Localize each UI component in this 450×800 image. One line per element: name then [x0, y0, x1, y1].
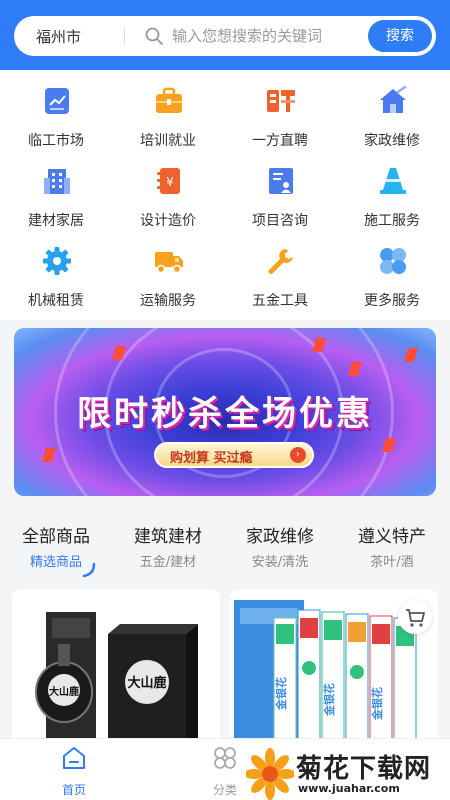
building-icon	[44, 169, 70, 194]
watermark-url: www.juahar.com	[298, 782, 400, 795]
category-machinery-rental[interactable]: 机械租赁	[0, 230, 112, 310]
svg-text:¥: ¥	[166, 175, 174, 189]
tab-all-products[interactable]: 全部商品 精选商品	[0, 522, 112, 578]
category-label: 运输服务	[140, 293, 196, 309]
search-icon	[145, 27, 163, 45]
product-brand-text: 金银花	[274, 677, 288, 711]
consult-icon	[269, 168, 293, 194]
category-label: 机械租赁	[28, 293, 84, 309]
tab-housekeeping[interactable]: 家政维修 安装/清洗	[224, 522, 336, 570]
confetti-flag	[382, 438, 396, 452]
promo-banner[interactable]: 限时秒杀全场优惠 购划算 买过瘾 ›	[14, 328, 436, 496]
category-hardware-tools[interactable]: 五金工具	[224, 230, 336, 310]
search-divider	[124, 28, 125, 44]
category-project-consult[interactable]: 项目咨询	[224, 150, 336, 230]
tab-subtitle: 五金/建材	[139, 555, 197, 570]
category-label: 建材家居	[28, 213, 84, 229]
liquor-bottle-image: 大山鹿 大山鹿	[12, 590, 220, 750]
active-tab-indicator	[82, 562, 96, 578]
category-linggong-market[interactable]: 临工市场	[0, 70, 112, 150]
product-brand-text: 金银花	[322, 683, 336, 717]
city-selector[interactable]: 福州市	[36, 26, 81, 47]
nav-label: 首页	[61, 783, 86, 797]
confetti-flag	[404, 348, 418, 362]
category-label: 一方直聘	[252, 133, 308, 149]
category-label: 临工市场	[28, 133, 84, 149]
product-card[interactable]: 金银花 金银花 金银花	[230, 590, 438, 750]
category-housekeeping[interactable]: 家政维修	[336, 70, 448, 150]
chrysanthemum-logo-icon	[246, 748, 294, 800]
category-construction[interactable]: 施工服务	[336, 150, 448, 230]
tab-title: 遵义特产	[358, 527, 426, 547]
chart-doc-icon	[45, 88, 69, 114]
category-label: 更多服务	[364, 293, 420, 309]
search-button[interactable]: 搜索	[368, 20, 432, 52]
banner-cta-label: 购划算 买过瘾	[170, 451, 253, 466]
site-watermark: 菊花下载网 www.juahar.com	[246, 748, 450, 800]
category-label: 设计造价	[140, 213, 196, 229]
tab-subtitle: 茶叶/酒	[370, 555, 414, 570]
tab-building-materials[interactable]: 建筑建材 五金/建材	[112, 522, 224, 570]
category-icon	[214, 747, 236, 769]
product-tabs: 全部商品 精选商品 建筑建材 五金/建材 家政维修 安装/清洗 遵义特产 茶叶/…	[0, 512, 450, 582]
tab-zunyi-specialty[interactable]: 遵义特产 茶叶/酒	[336, 522, 448, 570]
top-header: 福州市 搜索	[0, 0, 450, 70]
category-label: 项目咨询	[252, 213, 308, 229]
home-icon	[63, 747, 85, 769]
grid-more-icon	[380, 248, 406, 274]
confetti-flag	[42, 448, 56, 462]
category-label: 培训就业	[140, 133, 196, 149]
nav-home[interactable]: 首页	[34, 745, 114, 798]
wrench-icon	[268, 249, 293, 274]
briefcase-icon	[156, 87, 182, 113]
banner-cta-button[interactable]: 购划算 买过瘾 ›	[154, 442, 314, 468]
search-input[interactable]	[172, 16, 372, 56]
category-transport[interactable]: 运输服务	[112, 230, 224, 310]
tab-subtitle: 安装/清洗	[251, 555, 309, 570]
gear-icon	[43, 247, 71, 275]
traffic-cone-icon	[380, 168, 406, 194]
truck-icon	[155, 252, 183, 274]
home-clean-icon	[380, 86, 407, 113]
product-brand-text: 大山鹿	[127, 675, 166, 691]
search-bar: 福州市 搜索	[14, 16, 436, 56]
price-book-icon: ¥	[157, 168, 180, 194]
product-brand-text: 金银花	[370, 687, 384, 721]
tab-title: 家政维修	[246, 527, 314, 547]
add-to-cart-button[interactable]	[398, 600, 432, 634]
category-label: 施工服务	[364, 213, 420, 229]
watermark-title: 菊花下载网	[296, 754, 432, 784]
category-more-services[interactable]: 更多服务	[336, 230, 448, 310]
product-card[interactable]: 大山鹿 大山鹿	[12, 590, 220, 750]
category-design-cost[interactable]: ¥ 设计造价	[112, 150, 224, 230]
category-direct-hire[interactable]: 一方直聘	[224, 70, 336, 150]
category-building-materials[interactable]: 建材家居	[0, 150, 112, 230]
category-training[interactable]: 培训就业	[112, 70, 224, 150]
tab-title: 建筑建材	[134, 527, 202, 547]
service-category-grid: 临工市场 培训就业 一方直聘 家政维修 建材家居 ¥ 设计造价 项目咨询 施工服…	[0, 70, 450, 320]
tab-title: 全部商品	[22, 527, 90, 547]
recruit-icon	[267, 90, 295, 112]
product-brand-text: 大山鹿	[49, 685, 79, 698]
cart-icon	[406, 609, 425, 627]
banner-title: 限时秒杀全场优惠	[77, 394, 373, 434]
chevron-right-icon: ›	[290, 447, 306, 463]
category-label: 五金工具	[252, 293, 308, 309]
category-label: 家政维修	[364, 133, 420, 149]
